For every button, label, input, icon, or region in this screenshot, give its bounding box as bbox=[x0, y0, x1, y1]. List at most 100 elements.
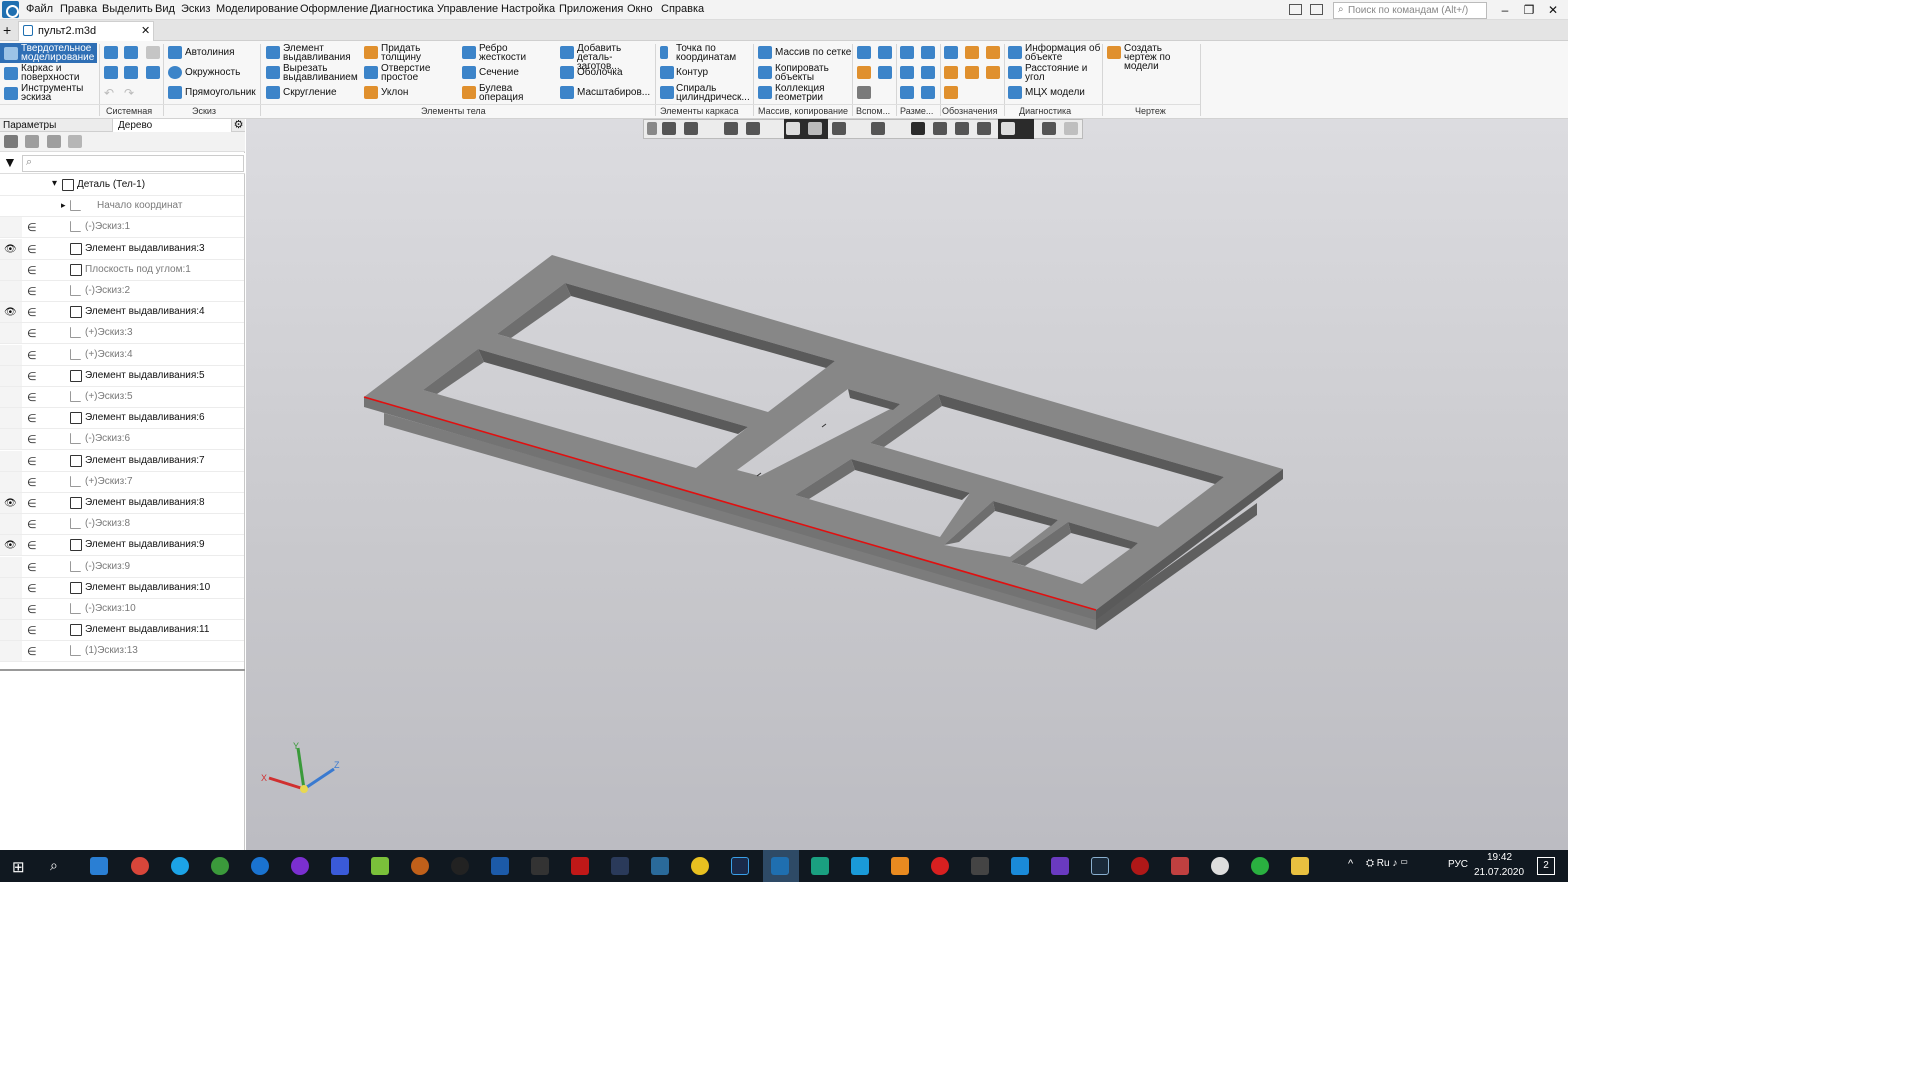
open-file-icon[interactable] bbox=[124, 46, 138, 59]
edge-app-icon[interactable] bbox=[251, 857, 269, 875]
dependency-icon[interactable]: ∈ bbox=[27, 518, 37, 531]
btn-grid-array[interactable]: Массив по сетке bbox=[775, 48, 851, 58]
menu-settings[interactable]: Настройка bbox=[501, 3, 555, 15]
dependency-icon[interactable]: ∈ bbox=[27, 624, 37, 637]
dim-diameter-icon[interactable] bbox=[921, 66, 935, 79]
btn-section[interactable]: Сечение bbox=[479, 68, 519, 78]
app-icon-27[interactable] bbox=[1131, 857, 1149, 875]
hide-show-icon[interactable] bbox=[832, 122, 846, 135]
btn-contour[interactable]: Контур bbox=[676, 68, 708, 78]
tree-search-input[interactable] bbox=[22, 155, 244, 172]
btn-point-coords[interactable]: Точка по координатам bbox=[676, 44, 748, 63]
app-icon-24[interactable] bbox=[1011, 857, 1029, 875]
zoom-icon[interactable] bbox=[684, 122, 698, 135]
1c-app-icon[interactable] bbox=[691, 857, 709, 875]
btn-thicken[interactable]: Придать толщину bbox=[381, 44, 441, 63]
shaded-edges-icon[interactable] bbox=[786, 122, 800, 135]
tray-icons[interactable]: ⛭ Ru ♪ ▭ bbox=[1366, 858, 1408, 869]
btn-cut-extrude[interactable]: Вырезать выдавливанием bbox=[283, 64, 361, 83]
dependency-icon[interactable]: ∈ bbox=[27, 539, 37, 552]
tree-view-links-icon[interactable] bbox=[47, 135, 61, 148]
tree-item[interactable]: ∈ (+)Эскиз:4 bbox=[0, 344, 244, 366]
app-icon-29[interactable] bbox=[1211, 857, 1229, 875]
tray-language[interactable]: РУС bbox=[1448, 859, 1468, 870]
tree-item[interactable]: ∈ (-)Эскиз:1 bbox=[0, 217, 244, 239]
app-icon-23[interactable] bbox=[971, 857, 989, 875]
dependency-icon[interactable]: ∈ bbox=[27, 370, 37, 383]
properties-icon[interactable] bbox=[1042, 122, 1056, 135]
tab-tree[interactable]: Дерево bbox=[118, 120, 152, 131]
filezilla-app-icon[interactable] bbox=[571, 857, 589, 875]
menu-manage[interactable]: Управление bbox=[437, 3, 498, 15]
designation-roughness-icon[interactable] bbox=[965, 46, 979, 59]
btn-shell[interactable]: Оболочка bbox=[577, 68, 623, 78]
btn-copy-objects[interactable]: Копировать объекты bbox=[775, 64, 835, 83]
dependency-icon[interactable]: ∈ bbox=[27, 603, 37, 616]
redo-icon[interactable]: ↷ bbox=[124, 86, 134, 100]
menu-select[interactable]: Выделить bbox=[102, 3, 153, 15]
fullscreen-icon[interactable] bbox=[1310, 4, 1323, 15]
skype-app-icon[interactable] bbox=[171, 857, 189, 875]
aux-cs-icon[interactable] bbox=[878, 66, 892, 79]
tree-item[interactable]: ∈ (-)Эскиз:10 bbox=[0, 599, 244, 620]
visibility-eye-icon[interactable]: 👁 bbox=[4, 307, 17, 318]
tree-item[interactable]: 👁 ∈ Элемент выдавливания:8 bbox=[0, 493, 244, 514]
rotate-icon[interactable] bbox=[724, 122, 738, 135]
designation-leader-icon[interactable] bbox=[944, 46, 958, 59]
tree-item[interactable]: ∈ (-)Эскиз:2 bbox=[0, 281, 244, 302]
dependency-icon[interactable]: ∈ bbox=[27, 221, 37, 234]
menu-design[interactable]: Оформление bbox=[300, 3, 368, 15]
app-icon-8[interactable] bbox=[371, 857, 389, 875]
undo-icon[interactable]: ↶ bbox=[104, 86, 114, 100]
dependency-icon[interactable]: ∈ bbox=[27, 582, 37, 595]
tree-item[interactable]: 👁 ∈ Элемент выдавливания:9 bbox=[0, 535, 244, 557]
dependency-icon[interactable]: ∈ bbox=[27, 455, 37, 468]
panel-settings-icon[interactable]: ⚙ bbox=[232, 119, 245, 132]
menu-view[interactable]: Вид bbox=[155, 3, 175, 15]
tree-item[interactable]: ∈ Элемент выдавливания:11 bbox=[0, 620, 244, 642]
chrome-app-icon[interactable] bbox=[131, 857, 149, 875]
visibility-eye-icon[interactable]: 👁 bbox=[4, 498, 17, 509]
visibility-eye-icon[interactable]: 👁 bbox=[4, 540, 17, 551]
tree-item[interactable]: ∈ (+)Эскиз:3 bbox=[0, 323, 244, 345]
preview-icon[interactable] bbox=[124, 66, 138, 79]
menu-diagnostics[interactable]: Диагностика bbox=[370, 3, 434, 15]
tab-parameters[interactable]: Параметры bbox=[3, 120, 56, 131]
dependency-icon[interactable]: ∈ bbox=[27, 391, 37, 404]
snap-icon[interactable] bbox=[911, 122, 925, 135]
menu-file[interactable]: Файл bbox=[26, 3, 53, 15]
btn-helix[interactable]: Спираль цилиндрическ... bbox=[676, 84, 751, 104]
tree-view-structure-icon[interactable] bbox=[4, 135, 18, 148]
designation-tolerance-icon[interactable] bbox=[944, 66, 958, 79]
xbox-app-icon[interactable] bbox=[211, 857, 229, 875]
designation-mark-icon[interactable] bbox=[965, 66, 979, 79]
app-icon-19[interactable] bbox=[811, 857, 829, 875]
btn-autoline[interactable]: Автолиния bbox=[185, 48, 235, 58]
btn-extrude[interactable]: Элемент выдавливания bbox=[283, 44, 355, 63]
app-icon-14[interactable] bbox=[611, 857, 629, 875]
aux-axis-icon[interactable] bbox=[878, 46, 892, 59]
section-view-icon[interactable] bbox=[871, 122, 885, 135]
new-document-icon[interactable]: + bbox=[3, 22, 11, 38]
dependency-icon[interactable]: ∈ bbox=[27, 349, 37, 362]
sketch-view-icon[interactable] bbox=[933, 122, 947, 135]
command-search-input[interactable]: Поиск по командам (Alt+/) bbox=[1333, 2, 1487, 19]
btn-rectangle[interactable]: Прямоугольник bbox=[185, 88, 256, 98]
tree-item[interactable]: ∈ Элемент выдавливания:7 bbox=[0, 450, 244, 472]
designation-thread-icon[interactable] bbox=[944, 86, 958, 99]
save-icon[interactable] bbox=[146, 46, 160, 59]
wireframe-icon[interactable] bbox=[808, 122, 822, 135]
btn-fillet[interactable]: Скругление bbox=[283, 88, 337, 98]
aux-point-icon[interactable] bbox=[857, 66, 871, 79]
filter-icon[interactable]: ▼ bbox=[3, 154, 17, 170]
tree-item[interactable]: ∈ (-)Эскиз:8 bbox=[0, 514, 244, 536]
lightroom-app-icon[interactable] bbox=[1091, 857, 1109, 875]
edit-icon[interactable] bbox=[1064, 122, 1078, 135]
dependency-icon[interactable]: ∈ bbox=[27, 285, 37, 298]
app-icon-28[interactable] bbox=[1171, 857, 1189, 875]
tree-item[interactable]: ∈ (+)Эскиз:5 bbox=[0, 387, 244, 408]
tree-item[interactable]: ∈ Элемент выдавливания:6 bbox=[0, 408, 244, 430]
search-taskbar-icon[interactable]: ⌕ bbox=[50, 857, 58, 874]
dependency-icon[interactable]: ∈ bbox=[27, 306, 37, 319]
btn-boolean[interactable]: Булева операция bbox=[479, 84, 534, 103]
